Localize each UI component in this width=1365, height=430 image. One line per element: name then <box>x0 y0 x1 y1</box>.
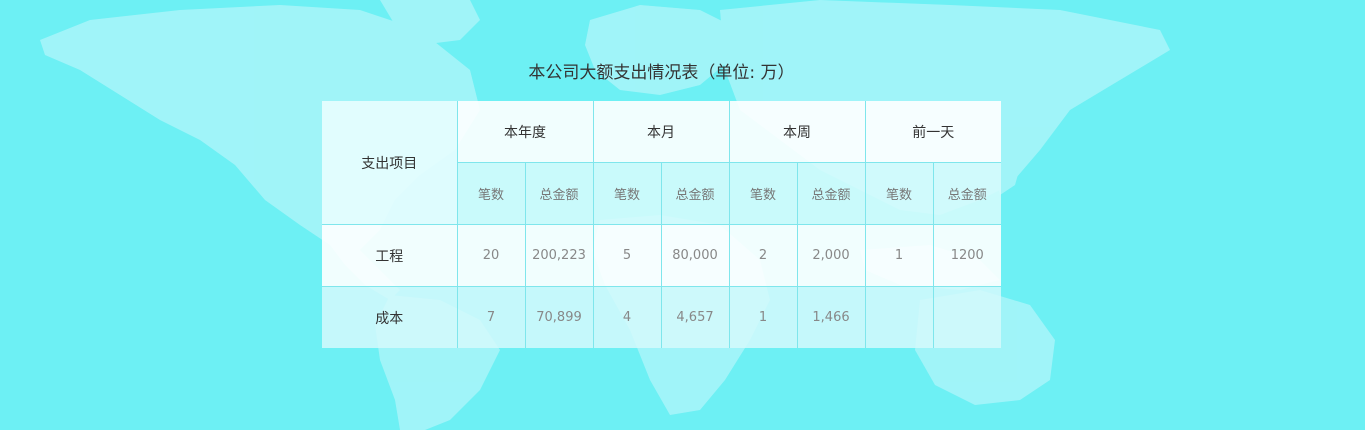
header-count: 笔数 <box>864 162 934 225</box>
table-cell: 20 <box>456 224 526 287</box>
table-cell: 5 <box>592 224 662 287</box>
header-period-month: 本月 <box>592 101 730 163</box>
expense-table: 支出项目 本年度 本月 本周 前一天 笔数 总金额 笔数 总金额 笔数 总金额 … <box>322 101 1001 348</box>
table-row: 工程 20 200,223 5 80,000 2 2,000 1 1200 <box>322 224 1001 287</box>
table-cell: 4,657 <box>660 286 730 348</box>
row-label-cost: 成本 <box>322 286 458 348</box>
header-period-week: 本周 <box>728 101 866 163</box>
table-cell: 4 <box>592 286 662 348</box>
table-cell: 7 <box>456 286 526 348</box>
header-period-yesterday: 前一天 <box>864 101 1001 163</box>
header-total-amount: 总金额 <box>524 162 594 225</box>
header-total-amount: 总金额 <box>796 162 866 225</box>
table-cell: 70,899 <box>524 286 594 348</box>
header-total-amount: 总金额 <box>932 162 1001 225</box>
header-row-periods: 支出项目 本年度 本月 本周 前一天 <box>322 101 1001 225</box>
table-cell: 2 <box>728 224 798 287</box>
table-title: 本公司大额支出情况表（单位: 万） <box>528 63 795 83</box>
header-count: 笔数 <box>457 162 526 225</box>
table-cell: 1 <box>728 286 798 348</box>
table-cell: 2,000 <box>796 224 866 287</box>
header-count: 笔数 <box>728 162 798 225</box>
table-cell: 1200 <box>932 224 1001 287</box>
table-cell: 80,000 <box>660 224 730 287</box>
header-period-year: 本年度 <box>456 101 594 163</box>
header-expense-item: 支出项目 <box>322 101 458 225</box>
header-count: 笔数 <box>592 162 662 225</box>
table-cell <box>932 286 1001 348</box>
table-cell <box>864 286 934 348</box>
header-total-amount: 总金额 <box>660 162 730 225</box>
table-row: 成本 7 70,899 4 4,657 1 1,466 <box>322 286 1001 348</box>
row-label-engineering: 工程 <box>322 224 458 287</box>
table-cell: 200,223 <box>524 224 594 287</box>
table-cell: 1,466 <box>796 286 866 348</box>
table-cell: 1 <box>864 224 934 287</box>
